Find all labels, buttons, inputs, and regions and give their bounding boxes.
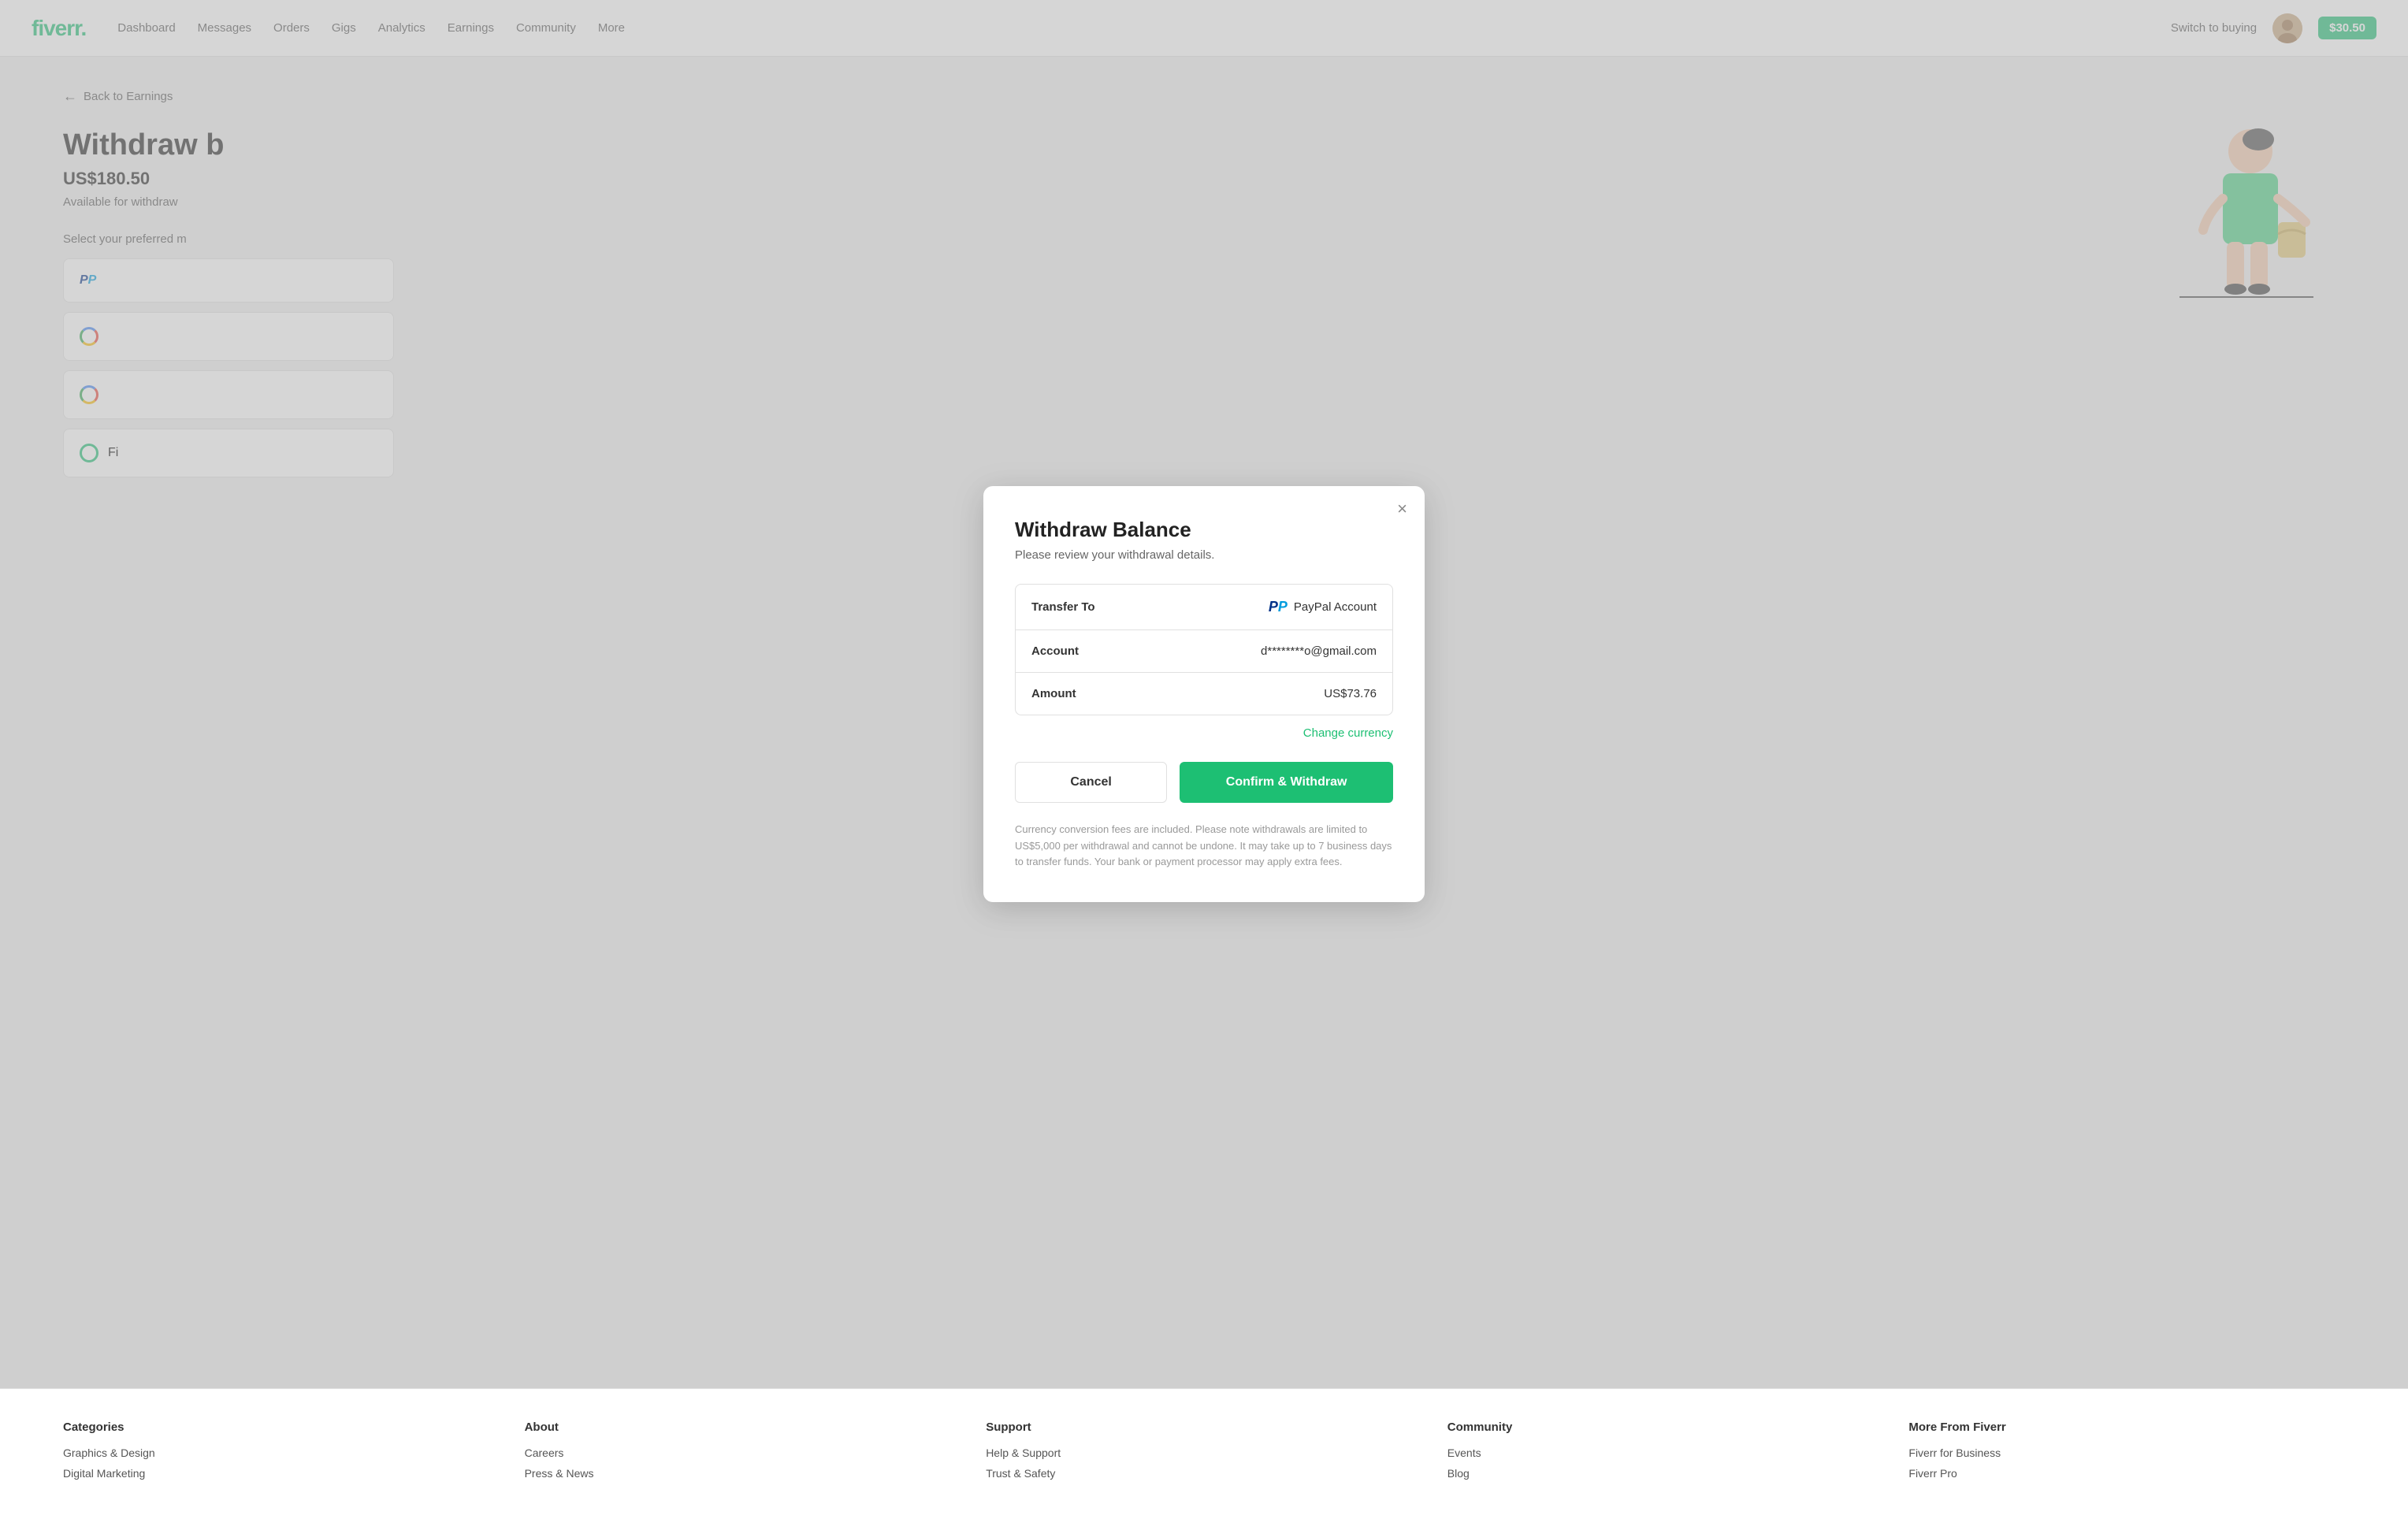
footer-support: Support Help & Support Trust & Safety <box>986 1421 1422 1487</box>
modal-title: Withdraw Balance <box>1015 518 1393 542</box>
account-value: d********o@gmail.com <box>1261 644 1377 658</box>
disclaimer-text: Currency conversion fees are included. P… <box>1015 822 1393 871</box>
footer: Categories Graphics & Design Digital Mar… <box>0 1388 2408 1519</box>
modal-dialog: × Withdraw Balance Please review your wi… <box>983 486 1425 902</box>
paypal-logo-icon: PP <box>1269 599 1288 615</box>
change-currency-link[interactable]: Change currency <box>1015 726 1393 740</box>
account-row: Account d********o@gmail.com <box>1016 630 1392 673</box>
footer-link-events[interactable]: Events <box>1447 1447 1884 1459</box>
footer-link-press[interactable]: Press & News <box>525 1467 961 1480</box>
footer-link-help[interactable]: Help & Support <box>986 1447 1422 1459</box>
footer-community: Community Events Blog <box>1447 1421 1884 1487</box>
transfer-to-row: Transfer To PP PayPal Account <box>1016 585 1392 630</box>
amount-label: Amount <box>1031 687 1076 700</box>
confirm-withdraw-button[interactable]: Confirm & Withdraw <box>1180 762 1393 803</box>
footer-link-digital-marketing[interactable]: Digital Marketing <box>63 1467 500 1480</box>
details-table: Transfer To PP PayPal Account Account d*… <box>1015 584 1393 715</box>
footer-more: More From Fiverr Fiverr for Business Fiv… <box>1908 1421 2345 1487</box>
cancel-button[interactable]: Cancel <box>1015 762 1167 803</box>
modal-subtitle: Please review your withdrawal details. <box>1015 548 1393 562</box>
modal-close-button[interactable]: × <box>1397 500 1407 518</box>
footer-categories-heading: Categories <box>63 1421 500 1434</box>
footer-link-pro[interactable]: Fiverr Pro <box>1908 1467 2345 1480</box>
modal-overlay: × Withdraw Balance Please review your wi… <box>0 57 2408 1388</box>
account-label: Account <box>1031 644 1079 658</box>
transfer-to-text: PayPal Account <box>1294 600 1377 614</box>
footer-support-heading: Support <box>986 1421 1422 1434</box>
footer-link-careers[interactable]: Careers <box>525 1447 961 1459</box>
footer-about: About Careers Press & News <box>525 1421 961 1487</box>
footer-categories: Categories Graphics & Design Digital Mar… <box>63 1421 500 1487</box>
page-background: ← Back to Earnings Withdraw b US$180.50 … <box>0 57 2408 1388</box>
footer-more-heading: More From Fiverr <box>1908 1421 2345 1434</box>
footer-link-blog[interactable]: Blog <box>1447 1467 1884 1480</box>
amount-row: Amount US$73.76 <box>1016 673 1392 715</box>
footer-link-trust[interactable]: Trust & Safety <box>986 1467 1422 1480</box>
amount-value: US$73.76 <box>1324 687 1377 700</box>
transfer-to-label: Transfer To <box>1031 600 1095 614</box>
footer-community-heading: Community <box>1447 1421 1884 1434</box>
footer-link-business[interactable]: Fiverr for Business <box>1908 1447 2345 1459</box>
transfer-to-value: PP PayPal Account <box>1269 599 1377 615</box>
footer-link-graphics[interactable]: Graphics & Design <box>63 1447 500 1459</box>
modal-actions: Cancel Confirm & Withdraw <box>1015 762 1393 803</box>
footer-about-heading: About <box>525 1421 961 1434</box>
